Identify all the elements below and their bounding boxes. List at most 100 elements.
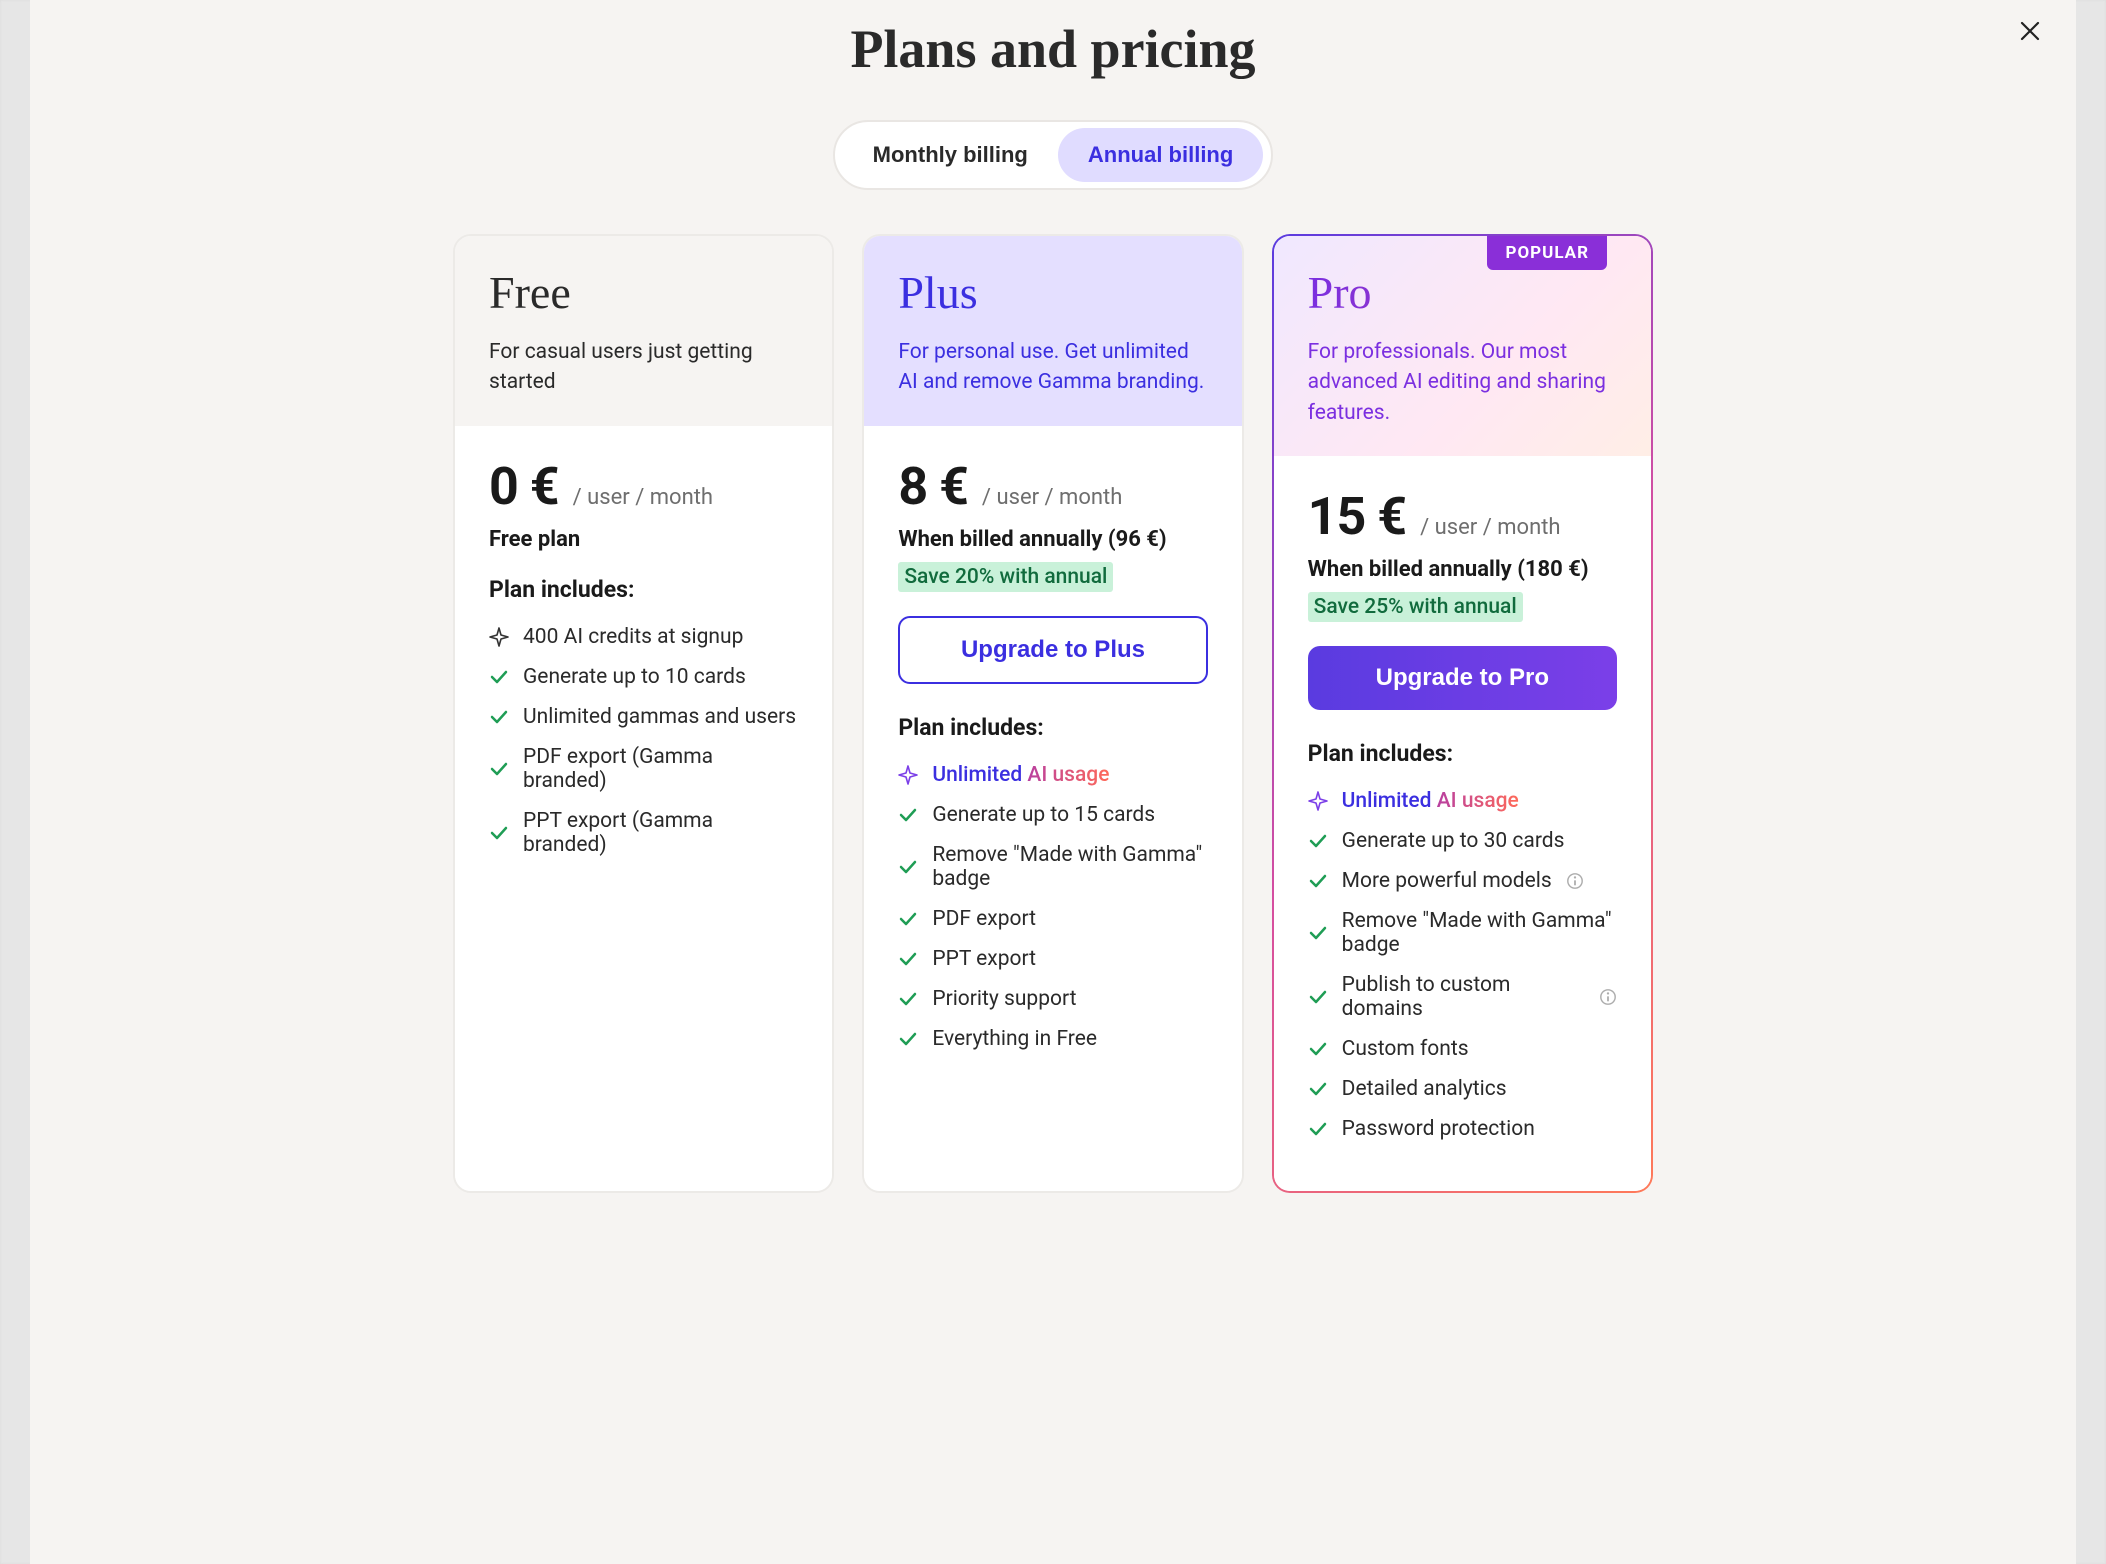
plan-head-plus: Plus For personal use. Get unlimited AI … [864,236,1241,426]
feature-item: PPT export [898,947,1207,971]
feature-text: Priority support [932,987,1076,1011]
feature-text: PDF export (Gamma branded) [523,745,798,793]
feature-text: Unlimited gammas and users [523,705,796,729]
info-icon[interactable] [1599,988,1617,1006]
feature-item: Everything in Free [898,1027,1207,1051]
check-icon [489,707,509,727]
sparkle-icon [898,765,918,785]
feature-text: Remove "Made with Gamma" badge [1342,909,1617,957]
info-icon[interactable] [1566,872,1584,890]
feature-text: PPT export (Gamma branded) [523,809,798,857]
feature-text: More powerful models [1342,869,1552,893]
feature-item: 400 AI credits at signup [489,625,798,649]
feature-item: PDF export [898,907,1207,931]
popular-badge: POPULAR [1487,236,1607,270]
feature-text: Generate up to 15 cards [932,803,1155,827]
sparkle-icon [489,627,509,647]
billing-monthly-tab[interactable]: Monthly billing [843,128,1058,182]
feature-unlimited-label: Unlimited [1342,789,1437,813]
feature-item: PDF export (Gamma branded) [489,745,798,793]
features-list-pro: Unlimited AI usage Generate up to 30 card… [1308,789,1617,1141]
check-icon [898,989,918,1009]
check-icon [1308,831,1328,851]
price-note-free: Free plan [489,527,798,552]
price-plus: 8 € [898,456,968,517]
price-suffix-free: / user / month [573,485,713,510]
page-title: Plans and pricing [70,18,2036,80]
feature-item: Generate up to 30 cards [1308,829,1617,853]
price-row-plus: 8 € / user / month [898,456,1207,517]
feature-ai-usage-label: AI usage [1437,789,1519,813]
features-list-free: 400 AI credits at signup Generate up to 1… [489,625,798,857]
feature-text: Unlimited AI usage [1342,789,1519,813]
plan-name-plus: Plus [898,266,1207,319]
check-icon [1308,1079,1328,1099]
check-icon [1308,923,1328,943]
plan-body-free: 0 € / user / month Free plan Plan includ… [455,426,832,1191]
check-icon [898,857,918,877]
billing-annual-tab[interactable]: Annual billing [1058,128,1263,182]
feature-text: Everything in Free [932,1027,1097,1051]
plan-head-free: Free For casual users just getting start… [455,236,832,426]
feature-text: PPT export [932,947,1036,971]
feature-item: Remove "Made with Gamma" badge [898,843,1207,891]
pricing-modal: Plans and pricing Monthly billing Annual… [30,0,2076,1564]
feature-item: Priority support [898,987,1207,1011]
feature-text: PDF export [932,907,1036,931]
close-button[interactable] [2012,14,2048,50]
check-icon [1308,871,1328,891]
feature-item: Unlimited AI usage [898,763,1207,787]
feature-text: Unlimited AI usage [932,763,1109,787]
sparkle-icon [1308,791,1328,811]
billing-toggle: Monthly billing Annual billing [833,120,1274,190]
plan-body-plus: 8 € / user / month When billed annually … [864,426,1241,1191]
feature-text: Generate up to 10 cards [523,665,746,689]
feature-item: Unlimited gammas and users [489,705,798,729]
feature-text: 400 AI credits at signup [523,625,743,649]
plan-card-plus: Plus For personal use. Get unlimited AI … [862,234,1243,1193]
feature-item: Detailed analytics [1308,1077,1617,1101]
includes-title-free: Plan includes: [489,576,798,603]
feature-text: Custom fonts [1342,1037,1469,1061]
feature-text: Remove "Made with Gamma" badge [932,843,1207,891]
features-list-plus: Unlimited AI usage Generate up to 15 card… [898,763,1207,1051]
close-icon [2020,17,2040,48]
check-icon [898,1029,918,1049]
includes-title-pro: Plan includes: [1308,740,1617,767]
feature-unlimited-label: Unlimited [932,763,1027,787]
plans-grid: Free For casual users just getting start… [453,234,1653,1193]
price-row-pro: 15 € / user / month [1308,486,1617,547]
feature-item: PPT export (Gamma branded) [489,809,798,857]
plan-body-pro: 15 € / user / month When billed annually… [1274,456,1651,1191]
feature-item: Remove "Made with Gamma" badge [1308,909,1617,957]
check-icon [489,823,509,843]
check-icon [489,667,509,687]
check-icon [1308,987,1328,1007]
plan-desc-free: For casual users just getting started [489,337,798,398]
feature-item: Generate up to 15 cards [898,803,1207,827]
feature-item: Custom fonts [1308,1037,1617,1061]
savings-pro: Save 25% with annual [1308,592,1523,622]
feature-text: Password protection [1342,1117,1535,1141]
feature-text: Publish to custom domains [1342,973,1585,1021]
savings-plus: Save 20% with annual [898,562,1113,592]
price-free: 0 € [489,456,559,517]
check-icon [489,759,509,779]
check-icon [898,805,918,825]
check-icon [898,949,918,969]
check-icon [898,909,918,929]
plan-name-pro: Pro [1308,266,1617,319]
plan-name-free: Free [489,266,798,319]
billed-note-pro: When billed annually (180 €) [1308,557,1617,582]
upgrade-pro-button[interactable]: Upgrade to Pro [1308,646,1617,710]
check-icon [1308,1119,1328,1139]
price-suffix-plus: / user / month [982,485,1122,510]
billed-note-plus: When billed annually (96 €) [898,527,1207,552]
feature-text: Generate up to 30 cards [1342,829,1565,853]
feature-item: More powerful models [1308,869,1617,893]
plan-card-free: Free For casual users just getting start… [453,234,834,1193]
plan-desc-pro: For professionals. Our most advanced AI … [1308,337,1617,428]
upgrade-plus-button[interactable]: Upgrade to Plus [898,616,1207,684]
price-row-free: 0 € / user / month [489,456,798,517]
feature-item: Password protection [1308,1117,1617,1141]
